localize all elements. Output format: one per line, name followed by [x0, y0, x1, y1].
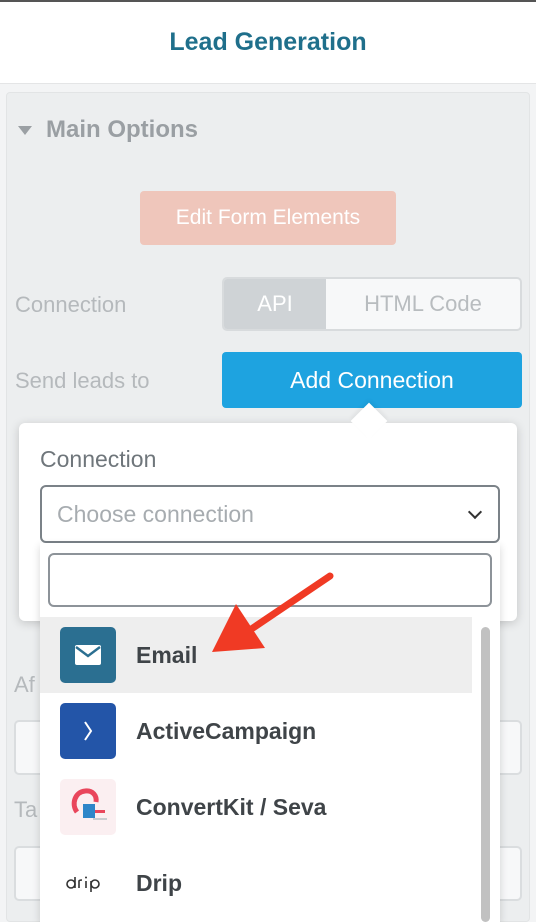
annotation-arrow-icon: [212, 572, 334, 652]
